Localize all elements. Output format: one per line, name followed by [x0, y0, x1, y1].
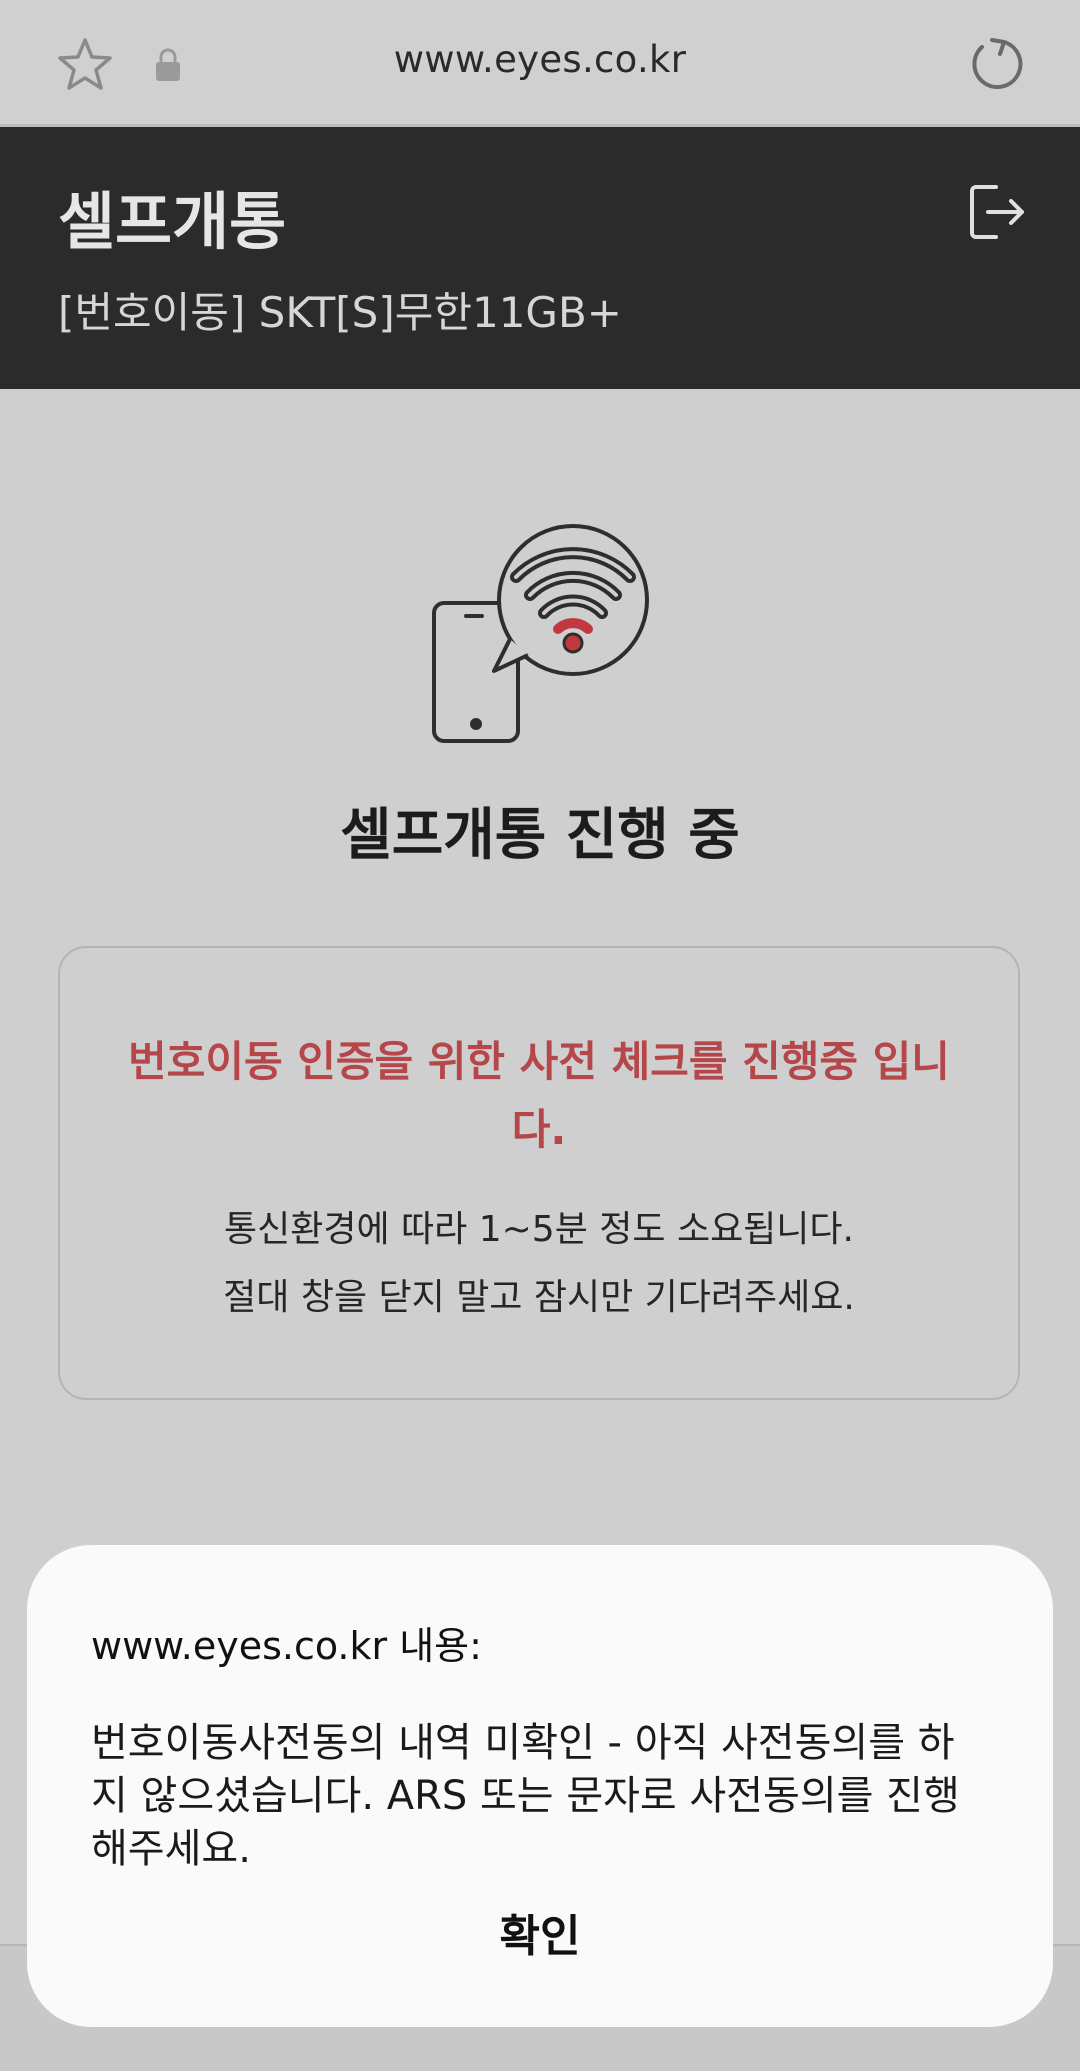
phone-wifi-icon	[432, 524, 649, 743]
notice-box: 번호이동 인증을 위한 사전 체크를 진행중 입니다. 통신환경에 따라 1~5…	[58, 946, 1020, 1400]
dialog-message: 번호이동사전동의 내역 미확인 - 아직 사전동의를 하지 않으셨습니다. AR…	[91, 1720, 960, 1872]
logout-icon[interactable]	[966, 181, 1028, 243]
notice-line-1: 통신환경에 따라 1~5분 정도 소요됩니다.	[224, 1209, 854, 1250]
progress-heading: 셀프개통 진행 중	[340, 803, 740, 868]
page-title: 셀프개통	[58, 185, 287, 258]
url-text[interactable]: www.eyes.co.kr	[0, 38, 1080, 81]
dialog-title: www.eyes.co.kr 내용:	[91, 1624, 482, 1668]
notice-line-2: 절대 창을 닫지 말고 잠시만 기다려주세요.	[223, 1277, 855, 1318]
page-header: 셀프개통 [번호이동] SKT[S]무한11GB+	[0, 127, 1080, 389]
warning-text: 번호이동 인증을 위한 사전 체크를 진행중 입니다.	[128, 1037, 950, 1154]
plan-subtitle: [번호이동] SKT[S]무한11GB+	[58, 288, 622, 337]
confirm-button[interactable]: 확인	[27, 1900, 1053, 1964]
reload-icon[interactable]	[966, 34, 1026, 94]
browser-url-bar: www.eyes.co.kr	[0, 0, 1080, 127]
alert-dialog: www.eyes.co.kr 내용: 번호이동사전동의 내역 미확인 - 아직 …	[27, 1545, 1053, 2027]
